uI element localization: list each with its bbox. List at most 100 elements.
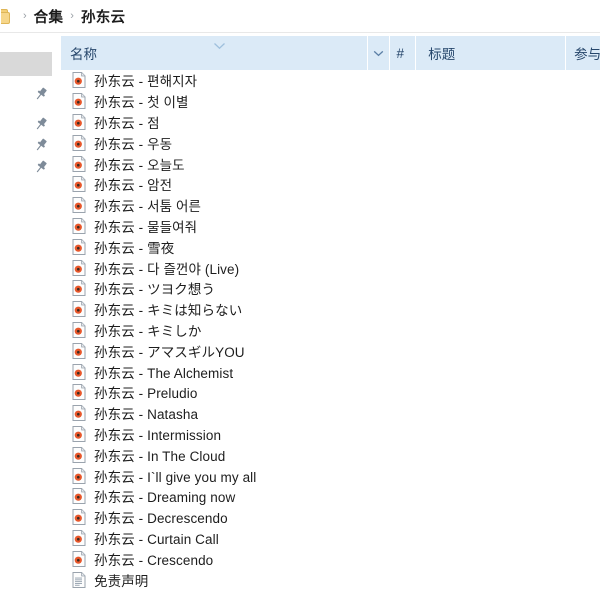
list-item[interactable]: 孙东云 - The Alchemist [61,361,600,382]
list-item-label: 孙东云 - 암전 [94,178,173,194]
list-item-label: 孙东云 - 첫 이별 [94,95,189,111]
pin-icon[interactable] [33,116,49,132]
list-item-label: 孙东云 - 점 [94,115,160,131]
column-header-name-label: 名称 [70,47,97,62]
media-file-icon [72,446,86,463]
column-header-title[interactable]: 标题 [416,36,565,70]
media-file-icon [72,134,86,151]
list-item[interactable]: 孙东云 - 물들여줘 [61,216,600,237]
breadcrumb: › 合集 › 孙东云 [0,0,600,33]
list-item[interactable]: 孙东云 - 편해지자 [61,70,600,91]
list-item-label: 孙东云 - キミは知らない [94,303,243,319]
list-item-label: 孙东云 - In The Cloud [94,448,226,464]
list-item[interactable]: 孙东云 - アマスギルYOU [61,340,600,361]
media-file-icon [72,238,86,255]
column-header-number-label: # [396,45,404,61]
media-file-icon [72,217,86,234]
rail-placeholder-block [0,52,52,76]
media-file-icon [72,405,86,422]
list-item-label: 孙东云 - Curtain Call [94,531,219,547]
column-header-participants-label: 参与 [574,47,600,62]
media-file-icon [72,176,86,193]
list-item-label: 孙东云 - Intermission [94,427,222,443]
list-item[interactable]: 孙东云 - Decrescendo [61,507,600,528]
media-file-icon [72,197,86,214]
media-file-icon [72,384,86,401]
list-item[interactable]: 孙东云 - ツヨク想う [61,278,600,299]
list-item-label: 孙东云 - Decrescendo [94,511,228,527]
column-header-number[interactable]: # [390,36,415,70]
file-browser-window: › 合集 › 孙东云 名称 # 标题 参与 孙东云 - 편해지자 孙东云 - 첫… [0,0,600,590]
media-file-icon [72,155,86,172]
list-item[interactable]: 孙东云 - 雪夜 [61,236,600,257]
list-item-label: 孙东云 - Crescendo [94,552,214,568]
list-item-label: 孙东云 - ツヨク想う [94,282,216,298]
list-item-label: 孙东云 - Natasha [94,407,199,423]
chevron-down-icon[interactable] [213,42,226,50]
breadcrumb-item-collection[interactable]: 合集 [34,6,64,27]
list-item-label: 孙东云 - 다 즐껀야 (Live) [94,261,240,277]
list-item[interactable]: 孙东云 - キミは知らない [61,299,600,320]
list-item[interactable]: 孙东云 - Curtain Call [61,528,600,549]
list-item-label: 孙东云 - 편해지자 [94,74,198,90]
media-file-icon [72,93,86,110]
list-item[interactable]: 孙东云 - 우동 [61,132,600,153]
list-item[interactable]: 孙东云 - Preludio [61,382,600,403]
list-item-label: 孙东云 - 雪夜 [94,240,175,256]
list-item-label: 孙东云 - 우동 [94,136,173,152]
left-rail [0,33,61,590]
list-item[interactable]: 孙东云 - 서툼 어른 [61,195,600,216]
column-header-participants[interactable]: 参与 [566,36,600,70]
media-file-icon [72,529,86,546]
column-header-title-label: 标题 [428,47,456,62]
media-file-icon [72,280,86,297]
media-file-icon [72,488,86,505]
list-item-label: 孙东云 - The Alchemist [94,365,234,381]
folder-icon [1,8,10,24]
list-item[interactable]: 孙东云 - Dreaming now [61,486,600,507]
breadcrumb-separator-1: › [23,9,27,22]
list-item[interactable]: 孙东云 - 암전 [61,174,600,195]
list-item[interactable]: 孙东云 - 다 즐껀야 (Live) [61,257,600,278]
list-item-label: 孙东云 - 서툼 어른 [94,199,202,215]
breadcrumb-separator-2: › [70,9,74,22]
list-item-label: 孙东云 - アマスギルYOU [94,344,245,360]
list-item-label: 孙东云 - I`ll give you my all [94,469,257,485]
pin-icon[interactable] [33,86,49,102]
list-item-label: 孙东云 - 물들여줘 [94,219,198,235]
list-item-label: 孙东云 - Preludio [94,386,198,402]
list-item-label: 孙东云 - 오늘도 [94,157,185,173]
list-item[interactable]: 孙东云 - 오늘도 [61,153,600,174]
media-file-icon [72,301,86,318]
media-file-icon [72,425,86,442]
media-file-icon [72,550,86,567]
list-item[interactable]: 孙东云 - Crescendo [61,548,600,569]
pin-icon[interactable] [33,159,49,175]
media-file-icon [72,342,86,359]
file-list[interactable]: 孙东云 - 편해지자 孙东云 - 첫 이별 孙东云 - 점 孙东云 - 우동 孙… [61,70,600,590]
table-header: 名称 # 标题 参与 [61,36,600,70]
list-item-label: 孙东云 - キミしか [94,323,202,339]
column-header-name[interactable]: 名称 [61,36,367,70]
list-item[interactable]: 孙东云 - In The Cloud [61,444,600,465]
text-file-icon [72,571,86,588]
list-item[interactable]: 免责声明 [61,569,600,590]
list-item-label: 免责声明 [94,573,149,589]
list-item[interactable]: 孙东云 - キミしか [61,320,600,341]
list-item[interactable]: 孙东云 - Intermission [61,424,600,445]
list-item[interactable]: 孙东云 - I`ll give you my all [61,465,600,486]
media-file-icon [72,363,86,380]
media-file-icon [72,259,86,276]
list-item[interactable]: 孙东云 - 첫 이별 [61,91,600,112]
list-item[interactable]: 孙东云 - 점 [61,112,600,133]
sort-direction-button[interactable] [368,36,390,70]
list-item[interactable]: 孙东云 - Natasha [61,403,600,424]
breadcrumb-item-artist[interactable]: 孙东云 [81,6,125,27]
pin-icon[interactable] [33,137,49,153]
media-file-icon [72,467,86,484]
media-file-icon [72,72,86,89]
media-file-icon [72,509,86,526]
list-item-label: 孙东云 - Dreaming now [94,490,236,506]
media-file-icon [72,113,86,130]
media-file-icon [72,321,86,338]
